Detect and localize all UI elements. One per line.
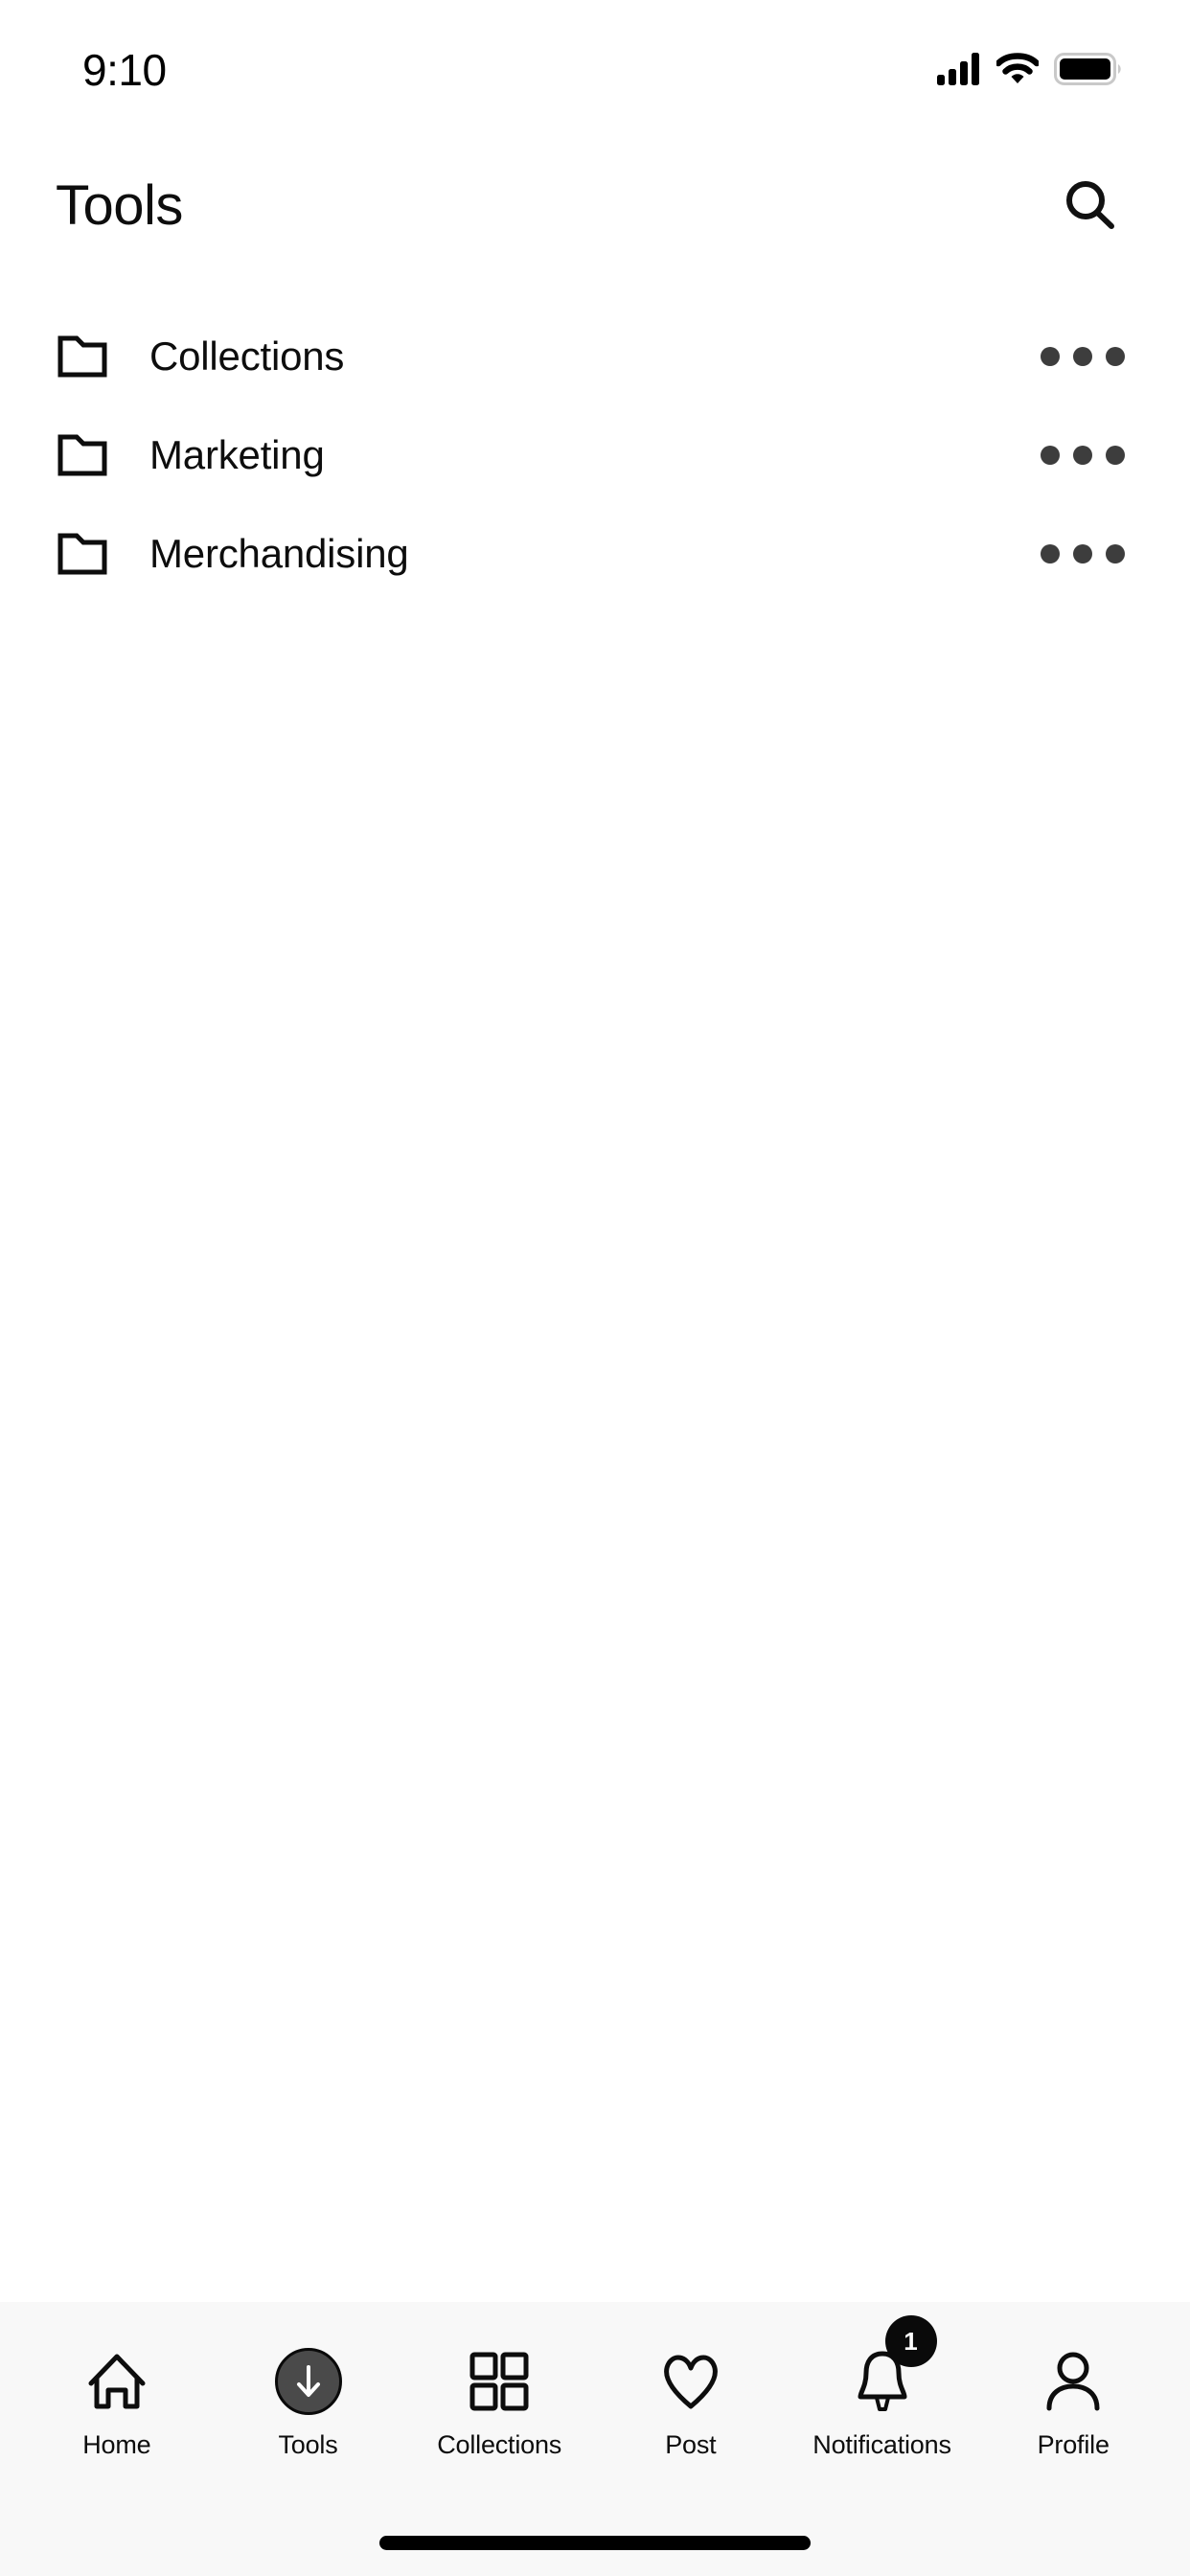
list-item-label: Collections (149, 333, 345, 379)
folder-icon (57, 529, 107, 579)
nav-label: Notifications (812, 2430, 951, 2459)
more-dot (1073, 346, 1092, 366)
more-horizontal-icon[interactable] (1035, 523, 1131, 585)
tools-icon-wrap (274, 2346, 342, 2417)
list-item[interactable]: Collections (0, 307, 1190, 405)
home-indicator-area (0, 2509, 1190, 2576)
list-item-label: Marketing (149, 431, 325, 477)
nav-label: Profile (1037, 2430, 1110, 2459)
grid-icon (469, 2352, 529, 2411)
nav-label: Tools (278, 2430, 338, 2459)
notification-badge: 1 (884, 2315, 937, 2367)
more-dot (1041, 445, 1060, 465)
list-item[interactable]: Marketing (0, 405, 1190, 504)
nav-item-home[interactable]: Home (21, 2346, 213, 2458)
search-icon (1066, 181, 1114, 229)
status-icons (937, 49, 1121, 85)
heart-icon (663, 2355, 718, 2409)
app-header: Tools (0, 134, 1190, 278)
status-time: 9:10 (82, 45, 167, 95)
nav-label: Collections (437, 2430, 562, 2459)
arrow-down-circle-icon (274, 2348, 342, 2415)
notifications-icon-wrap: 1 (853, 2315, 937, 2417)
home-indicator[interactable] (379, 2535, 811, 2550)
status-bar: 9:10 (0, 0, 1190, 134)
more-dot (1106, 543, 1125, 564)
collections-icon-wrap (469, 2346, 530, 2417)
battery-icon (1054, 53, 1121, 85)
cellular-signal-icon (937, 53, 979, 85)
list-item[interactable]: Merchandising (0, 504, 1190, 603)
search-button[interactable] (1050, 166, 1131, 246)
nav-item-post[interactable]: Post (595, 2346, 787, 2458)
nav-item-notifications[interactable]: 1 Notifications (787, 2315, 978, 2459)
nav-label: Home (82, 2430, 151, 2459)
person-icon (1046, 2352, 1100, 2411)
wifi-icon (996, 53, 1039, 83)
more-dot (1073, 543, 1092, 564)
bottom-navigation-bar: Home Tools Collections Post 1 Notificati… (0, 2302, 1190, 2576)
folder-icon (57, 332, 107, 381)
more-dot (1106, 445, 1125, 465)
post-icon-wrap (659, 2346, 722, 2417)
page-title: Tools (56, 174, 183, 237)
more-dot (1041, 346, 1060, 366)
home-icon-wrap (85, 2346, 149, 2417)
more-dot (1106, 346, 1125, 366)
nav-item-collections[interactable]: Collections (403, 2346, 595, 2458)
folder-icon (57, 430, 107, 480)
home-icon (88, 2354, 146, 2409)
more-horizontal-icon[interactable] (1035, 326, 1131, 387)
more-horizontal-icon[interactable] (1035, 425, 1131, 486)
folder-list: Collections Marketing Merchandising (0, 278, 1190, 2302)
list-item-label: Merchandising (149, 530, 409, 576)
more-dot (1073, 445, 1092, 465)
nav-item-tools[interactable]: Tools (213, 2346, 404, 2458)
nav-item-profile[interactable]: Profile (977, 2346, 1169, 2458)
nav-label: Post (665, 2430, 717, 2459)
profile-icon-wrap (1043, 2346, 1103, 2417)
more-dot (1041, 543, 1060, 564)
app-screen: 9:10 Tools Collections Marketing Merchan… (0, 0, 1190, 2576)
bottom-nav-items: Home Tools Collections Post 1 Notificati… (0, 2302, 1190, 2509)
